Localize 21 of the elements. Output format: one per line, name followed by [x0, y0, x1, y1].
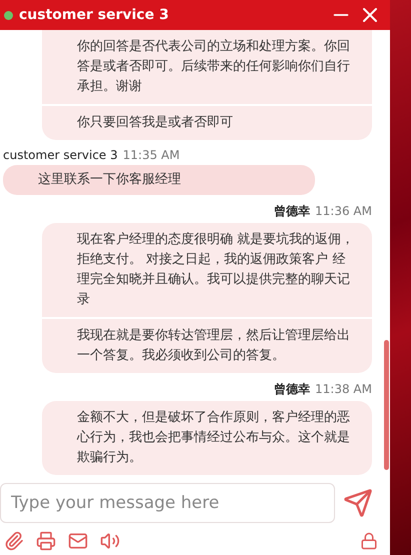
sender-name: customer service 3 — [3, 148, 118, 162]
speaker-icon[interactable] — [100, 531, 120, 551]
message-text: 我现在就是要你转达管理层，然后让管理层给出一个答复。我必须收到公司的答复。 — [42, 317, 372, 373]
message-input[interactable]: Type your message here — [0, 483, 335, 523]
message-text: 你的回答是否代表公司的立场和处理方案。你回答是或者否即可。后续带来的任何影响你们自行承担。谢谢 — [76, 38, 351, 96]
window-title: customer service 3 — [19, 7, 170, 23]
scrollbar-thumb[interactable] — [384, 340, 389, 470]
sender-name: 曾德幸 — [274, 203, 310, 220]
sender-name: 曾德幸 — [274, 381, 310, 398]
message-text: 这里联系一下你客服经理 — [37, 171, 182, 189]
lock-icon[interactable] — [360, 532, 378, 550]
paperclip-icon[interactable] — [4, 531, 24, 551]
printer-icon[interactable] — [36, 531, 56, 551]
message-time: 11:38 AM — [315, 382, 372, 396]
message-time: 11:36 AM — [315, 204, 372, 218]
message-text: 你只要回答我是或者否即可 — [42, 104, 372, 140]
send-icon[interactable] — [343, 488, 373, 518]
mail-icon[interactable] — [68, 531, 88, 551]
message-text: 现在客户经理的态度很明确 就是要坑我的返佣，拒绝支付。 对接之日起，我的返佣政策客户 经理完全知晓并且确认。我可以提供完整的聊天记录 — [76, 231, 356, 309]
message-text: 金额不大，但是破坏了合作原则，客户经理的恶心行为，我也会把事情经过公布与众。这个就是欺骗行为。 — [76, 409, 351, 467]
message-time: 11:35 AM — [122, 148, 180, 162]
